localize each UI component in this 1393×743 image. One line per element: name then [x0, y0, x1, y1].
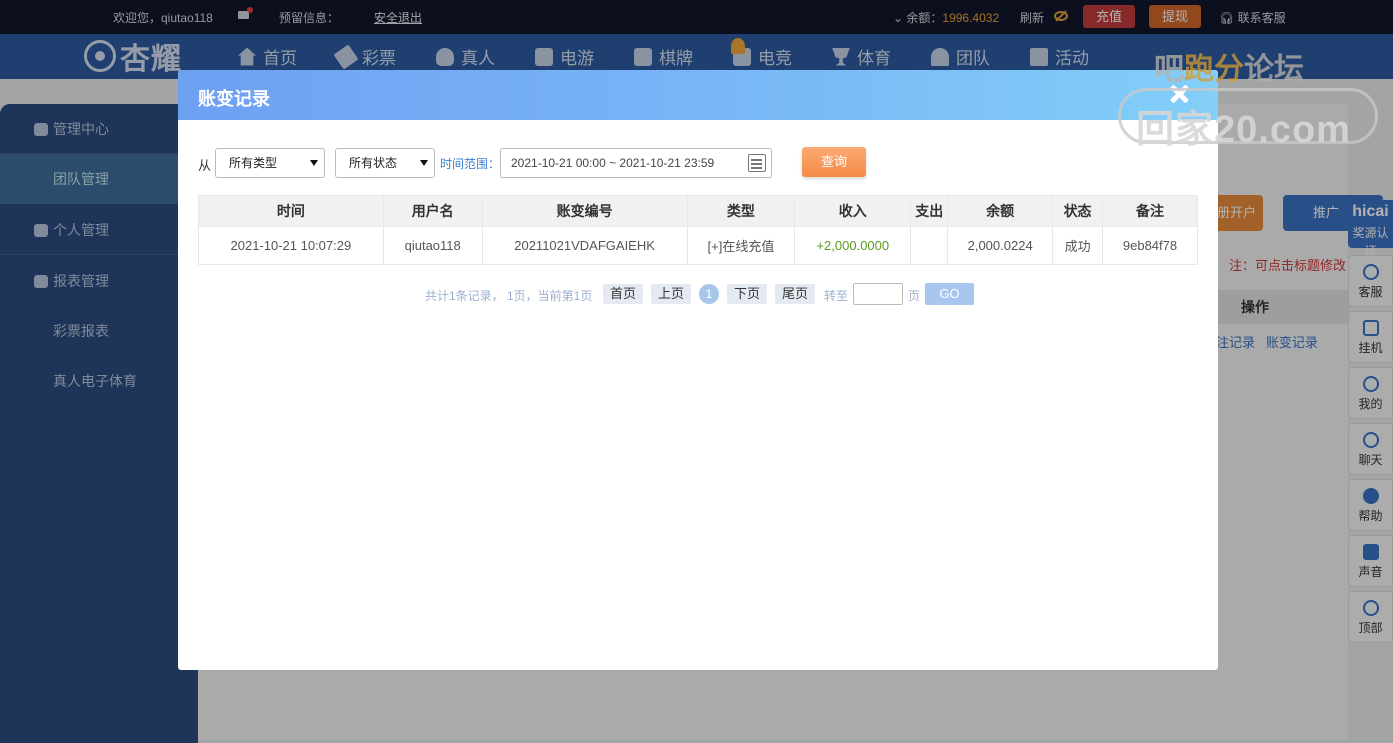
- filter-bar: 从 所有类型 所有状态 时间范围： 2021-10-21 00:00 ~ 202…: [198, 147, 898, 178]
- goto-page-input[interactable]: [853, 283, 903, 305]
- cell-remark: 9eb84f78: [1102, 226, 1198, 265]
- col-income[interactable]: 收入: [794, 195, 912, 227]
- table-row: 2021-10-21 10:07:29 qiutao118 20211021VD…: [198, 226, 1198, 265]
- cell-type: [+]在线充值: [686, 226, 796, 265]
- last-page-button[interactable]: 尾页: [775, 284, 816, 304]
- cell-username: qiutao118: [382, 226, 483, 265]
- goto-label: 转至: [824, 289, 849, 303]
- time-range-input[interactable]: 2021-10-21 00:00 ~ 2021-10-21 23:59: [500, 148, 772, 178]
- cell-record-id: 20211021VDAFGAIEHK: [481, 226, 688, 265]
- col-status[interactable]: 状态: [1052, 195, 1104, 227]
- table-header-row: 时间 用户名 账变编号 类型 收入 支出 余额 状态 备注: [198, 195, 1198, 227]
- go-button[interactable]: GO: [925, 283, 974, 305]
- from-label: 从: [198, 158, 212, 173]
- cell-expense: [910, 226, 949, 265]
- dropdown-arrow-icon: [420, 160, 428, 166]
- cell-time: 2021-10-21 10:07:29: [198, 226, 384, 265]
- col-balance[interactable]: 余额: [947, 195, 1054, 227]
- page-unit-label: 页: [908, 289, 921, 303]
- pagination-info: 共计1条记录， 1页，当前第1页: [425, 289, 593, 303]
- col-time[interactable]: 时间: [198, 195, 384, 227]
- records-table: 时间 用户名 账变编号 类型 收入 支出 余额 状态 备注 2021-10-21…: [198, 195, 1198, 265]
- calendar-icon[interactable]: [748, 154, 766, 172]
- status-select[interactable]: 所有状态: [335, 148, 435, 178]
- col-type[interactable]: 类型: [686, 195, 796, 227]
- pagination: 共计1条记录， 1页，当前第1页 首页 上页 1 下页 尾页 转至 页 GO: [425, 283, 985, 305]
- cell-status: 成功: [1052, 226, 1104, 265]
- prev-page-button[interactable]: 上页: [651, 284, 692, 304]
- close-icon[interactable]: [1167, 82, 1191, 106]
- type-select[interactable]: 所有类型: [215, 148, 325, 178]
- query-button[interactable]: 查询: [802, 147, 866, 177]
- col-remark[interactable]: 备注: [1102, 195, 1198, 227]
- time-range-value: 2021-10-21 00:00 ~ 2021-10-21 23:59: [511, 156, 715, 170]
- col-expense[interactable]: 支出: [910, 195, 949, 227]
- type-select-value: 所有类型: [229, 156, 278, 170]
- dropdown-arrow-icon: [310, 160, 318, 166]
- modal-title: 账变记录: [198, 89, 270, 109]
- current-page[interactable]: 1: [699, 284, 719, 304]
- cell-income: +2,000.0000: [794, 226, 912, 265]
- status-select-value: 所有状态: [349, 156, 398, 170]
- balance-record-modal: 账变记录 从 所有类型 所有状态 时间范围： 2021-10-21 00:00 …: [178, 70, 1218, 670]
- cell-balance: 2,000.0224: [947, 226, 1054, 265]
- col-username[interactable]: 用户名: [382, 195, 483, 227]
- col-record-id[interactable]: 账变编号: [481, 195, 688, 227]
- first-page-button[interactable]: 首页: [603, 284, 644, 304]
- time-range-label: 时间范围：: [440, 157, 501, 171]
- modal-header: 账变记录: [178, 70, 1218, 120]
- next-page-button[interactable]: 下页: [727, 284, 768, 304]
